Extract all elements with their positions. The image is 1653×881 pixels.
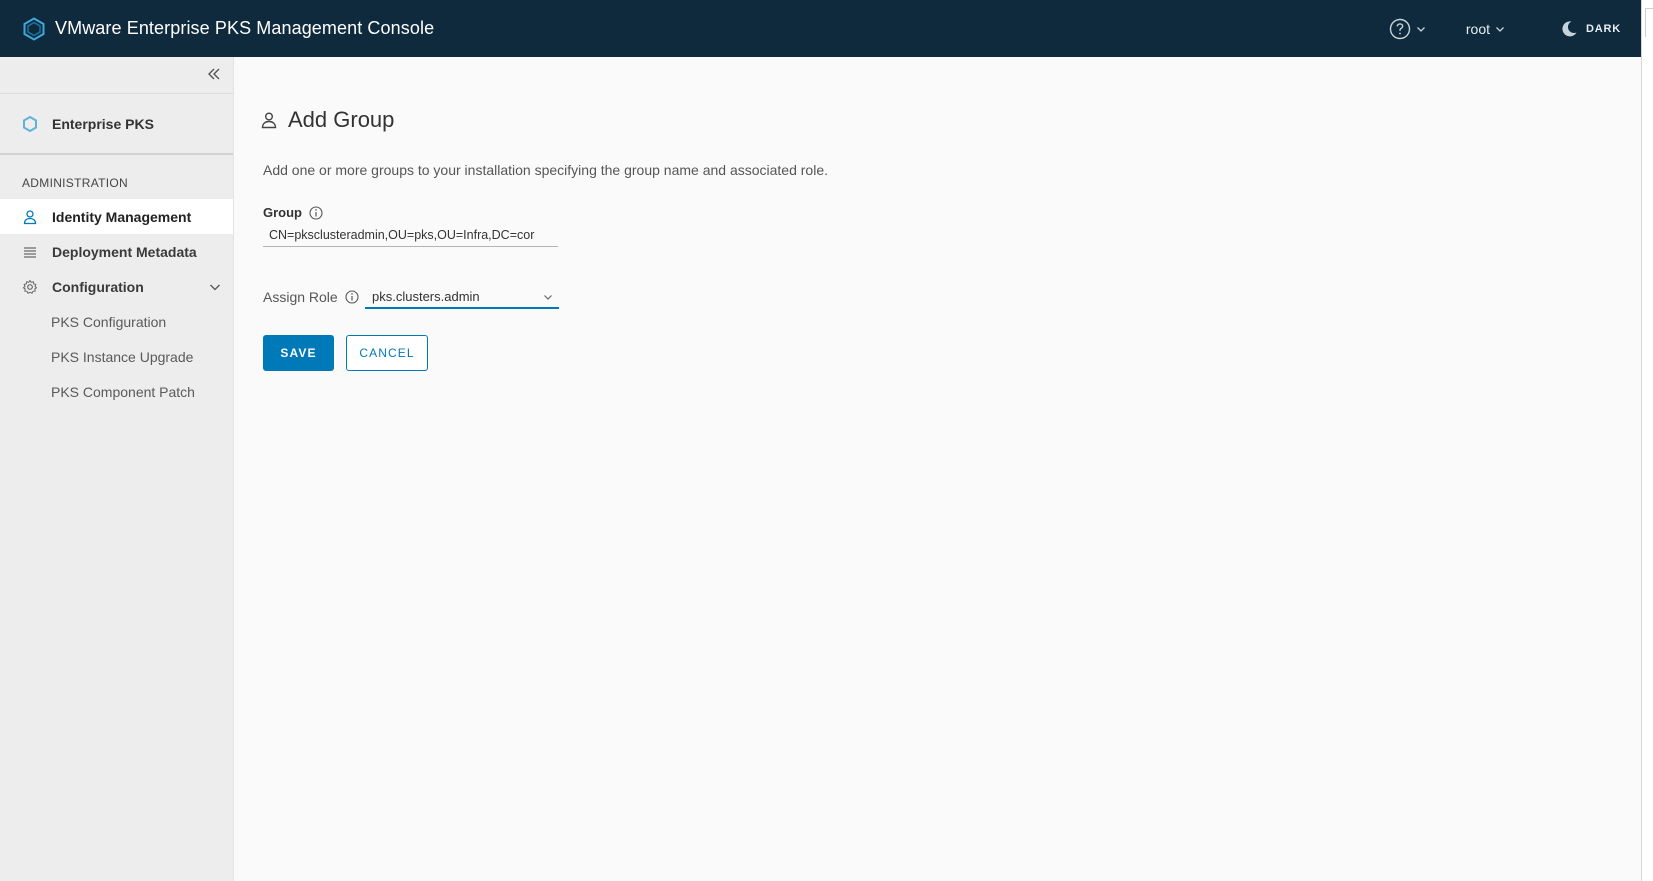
chevron-down-icon[interactable] <box>209 281 221 293</box>
gear-icon <box>22 279 38 294</box>
assign-role-label: Assign Role <box>263 289 359 305</box>
app-title: VMware Enterprise PKS Management Console <box>55 18 435 38</box>
chevron-down-icon <box>1416 26 1425 32</box>
sidebar-item-identity-management[interactable]: Identity Management <box>0 199 233 234</box>
header-actions: root DARK <box>1389 0 1641 57</box>
user-name: root <box>1465 20 1491 37</box>
sidebar-subitem-pks-instance-upgrade[interactable]: PKS Instance Upgrade <box>0 339 233 374</box>
sidebar-subitem-pks-component-patch[interactable]: PKS Component Patch <box>0 374 233 409</box>
sidebar-item-label: Configuration <box>52 278 144 295</box>
assign-role-label-text: Assign Role <box>263 289 338 305</box>
vmware-pks-logo-icon <box>23 16 45 41</box>
theme-label: DARK <box>1586 22 1621 35</box>
sidebar-item-label: Identity Management <box>52 208 192 225</box>
page-header: Add Group <box>260 107 394 133</box>
sidebar-item-label: Deployment Metadata <box>52 243 197 260</box>
user-icon <box>23 209 37 224</box>
app-window: VMware Enterprise PKS Management Console… <box>0 0 1641 881</box>
cancel-button[interactable]: CANCEL <box>346 335 428 371</box>
info-icon[interactable] <box>345 290 359 304</box>
moon-icon <box>1562 20 1577 36</box>
window-edge-mark <box>1645 8 1653 37</box>
group-input[interactable] <box>263 223 558 247</box>
sidebar-section-title: ADMINISTRATION <box>22 176 128 190</box>
sidebar-item-configuration[interactable]: Configuration <box>0 269 233 304</box>
list-icon <box>24 246 36 258</box>
sidebar-subitem-pks-configuration[interactable]: PKS Configuration <box>0 304 233 339</box>
assign-role-value: pks.clusters.admin <box>372 288 480 304</box>
page-title: Add Group <box>288 107 395 132</box>
brand[interactable]: VMware Enterprise PKS Management Console <box>22 16 435 41</box>
sidebar-product-label: Enterprise PKS <box>52 115 154 132</box>
user-icon <box>261 112 277 129</box>
dark-theme-toggle[interactable]: DARK <box>1560 20 1621 38</box>
chevron-down-icon <box>544 295 552 300</box>
top-header: VMware Enterprise PKS Management Console… <box>0 0 1641 57</box>
pks-logo-icon <box>23 115 37 132</box>
group-label-text: Group <box>263 205 302 220</box>
sidebar-product[interactable]: Enterprise PKS <box>0 94 233 155</box>
user-menu[interactable]: root <box>1466 21 1505 37</box>
save-button[interactable]: SAVE <box>263 335 334 371</box>
sidebar-collapse-row <box>0 57 233 94</box>
main-content: Add Group Add one or more groups to your… <box>234 57 1641 881</box>
collapse-sidebar-icon[interactable] <box>205 65 223 83</box>
group-field-label: Group <box>263 205 323 220</box>
help-circle-icon <box>1389 18 1411 39</box>
sidebar: Enterprise PKS ADMINISTRATION Identity M… <box>0 57 234 881</box>
help-menu[interactable] <box>1389 18 1426 40</box>
chevron-down-icon <box>1496 26 1504 32</box>
assign-role-select[interactable]: pks.clusters.admin <box>365 285 559 309</box>
page-description: Add one or more groups to your installat… <box>263 162 829 178</box>
info-icon[interactable] <box>309 205 323 220</box>
window-edge <box>1641 0 1653 881</box>
sidebar-item-deployment-metadata[interactable]: Deployment Metadata <box>0 234 233 269</box>
